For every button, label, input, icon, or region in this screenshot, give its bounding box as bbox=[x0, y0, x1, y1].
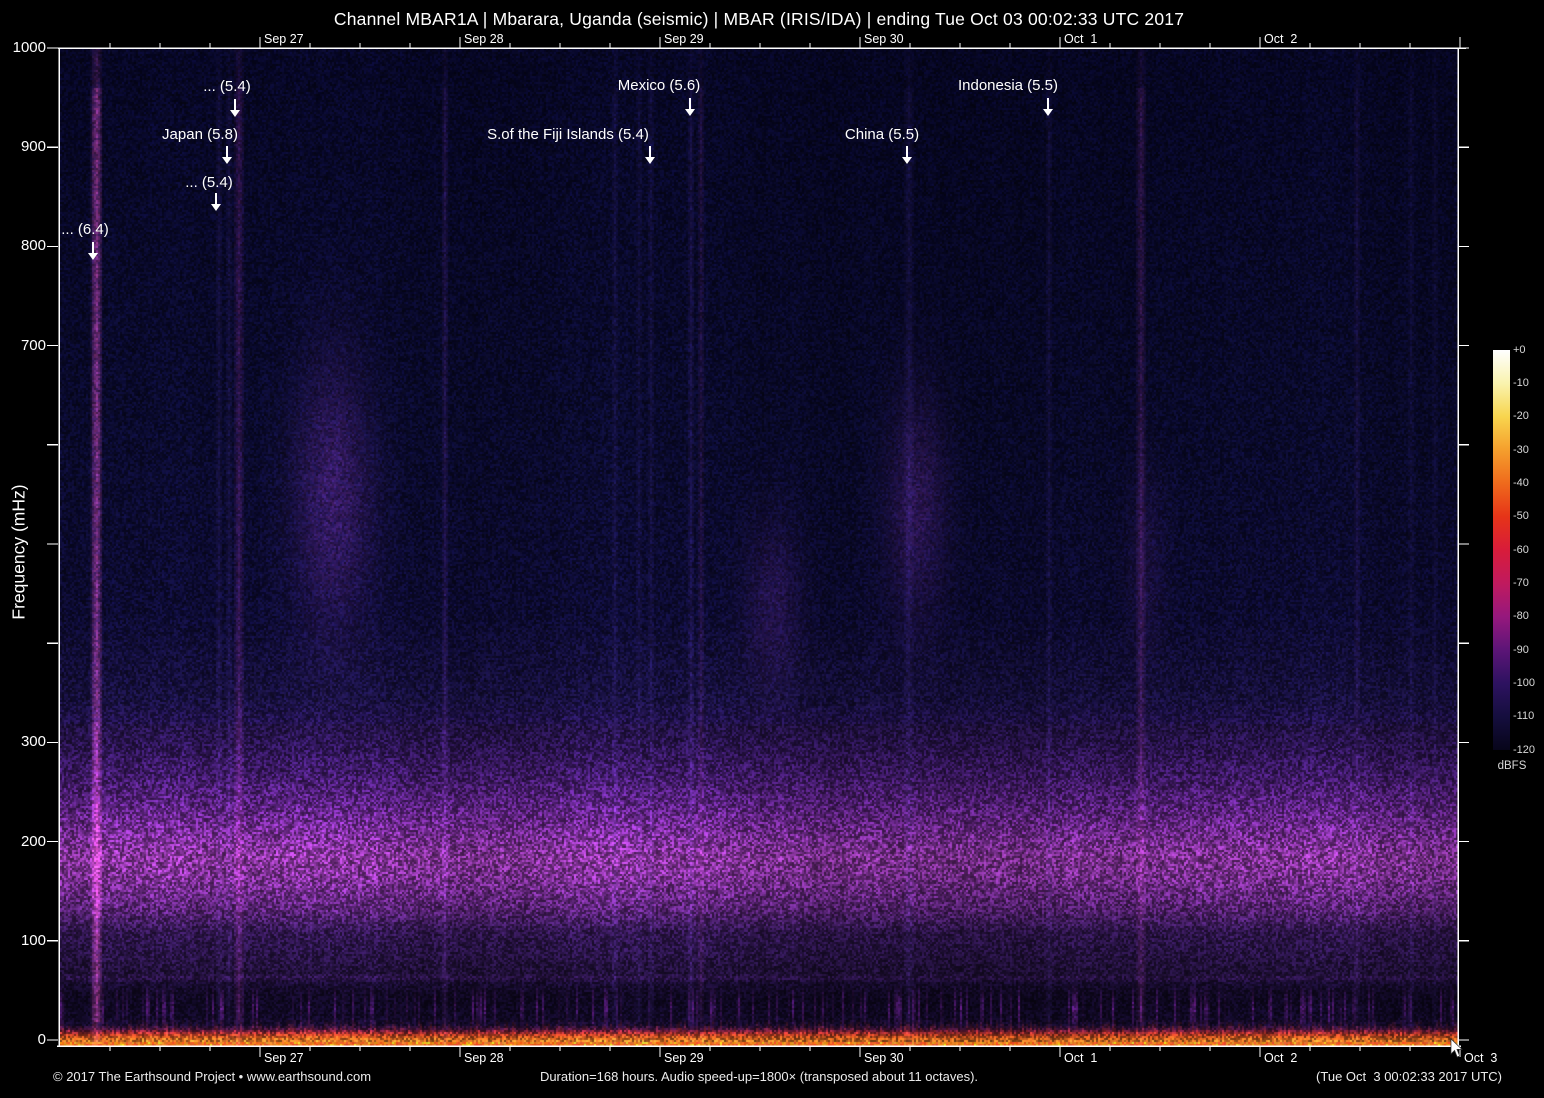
bottom-date-label: Oct 3 bbox=[1464, 1051, 1498, 1065]
colorbar-tick-label: -80 bbox=[1513, 610, 1529, 623]
earthquake-label: S.of the Fiji Islands (5.4) bbox=[487, 126, 649, 143]
colorbar-unit-label: dBFS bbox=[1497, 760, 1527, 772]
y-tick-label: 300 bbox=[20, 733, 46, 751]
figure-title: Channel MBAR1A | Mbarara, Uganda (seismi… bbox=[333, 9, 1185, 29]
bottom-date-label: Sep 30 bbox=[864, 1051, 904, 1065]
spectrogram-canvas bbox=[60, 48, 1458, 1046]
y-tick-label: 1000 bbox=[12, 39, 46, 56]
down-arrow-icon bbox=[685, 98, 695, 116]
top-date-label: Sep 28 bbox=[464, 32, 504, 46]
colorbar-tick-label: +0 bbox=[1513, 343, 1526, 356]
footer-timestamp: (Tue Oct 3 00:02:33 2017 UTC) bbox=[1316, 1069, 1502, 1084]
y-tick-label: 800 bbox=[20, 237, 46, 255]
y-tick-label: 700 bbox=[20, 336, 46, 354]
top-date-label: Oct 2 bbox=[1264, 32, 1298, 46]
colorbar-tick-label: -10 bbox=[1513, 376, 1529, 389]
footer-duration: Duration=168 hours. Audio speed-up=1800×… bbox=[539, 1069, 979, 1084]
top-date-label: Sep 29 bbox=[664, 32, 704, 46]
bottom-date-label: Sep 29 bbox=[664, 1051, 704, 1065]
y-tick-label: 100 bbox=[20, 931, 46, 949]
earthquake-label: Mexico (5.6) bbox=[617, 77, 701, 94]
spectrogram-figure: Channel MBAR1A | Mbarara, Uganda (seismi… bbox=[0, 0, 1544, 1098]
down-arrow-icon bbox=[645, 146, 655, 164]
earthquake-label: Indonesia (5.5) bbox=[957, 77, 1059, 94]
colorbar-tick-label: -120 bbox=[1513, 743, 1536, 756]
top-date-label: Sep 30 bbox=[864, 32, 904, 46]
down-arrow-icon bbox=[211, 193, 221, 211]
colorbar-tick-label: -90 bbox=[1513, 643, 1529, 656]
earthquake-label: ... (5.4) bbox=[185, 174, 233, 191]
earthquake-label: China (5.5) bbox=[844, 126, 920, 143]
earthquake-label: ... (5.4) bbox=[203, 78, 251, 95]
down-arrow-icon bbox=[1043, 98, 1053, 116]
y-tick-label: 0 bbox=[37, 1031, 46, 1048]
y-tick-label: 900 bbox=[20, 138, 46, 156]
earthquake-label: ... (6.4) bbox=[61, 221, 109, 238]
colorbar-tick-label: -110 bbox=[1513, 710, 1535, 723]
bottom-date-label: Sep 27 bbox=[264, 1051, 304, 1065]
top-date-label: Oct 1 bbox=[1064, 32, 1098, 46]
down-arrow-icon bbox=[88, 242, 98, 260]
colorbar-tick-label: -70 bbox=[1513, 576, 1529, 589]
colorbar-tick-label: -40 bbox=[1513, 476, 1529, 489]
earthquake-label: Japan (5.8) bbox=[162, 126, 238, 143]
y-axis-title: Frequency (mHz) bbox=[8, 484, 29, 620]
top-date-label: Sep 27 bbox=[264, 32, 304, 46]
bottom-date-label: Sep 28 bbox=[464, 1051, 504, 1065]
colorbar-tick-label: -60 bbox=[1513, 543, 1529, 556]
y-tick-label: 200 bbox=[20, 832, 46, 850]
down-arrow-icon bbox=[902, 146, 912, 164]
colorbar-tick-label: -20 bbox=[1513, 410, 1529, 423]
bottom-date-label: Oct 2 bbox=[1264, 1051, 1298, 1065]
cursor-icon bbox=[1450, 1038, 1463, 1058]
bottom-date-label: Oct 1 bbox=[1064, 1051, 1098, 1065]
colorbar-gradient bbox=[1493, 350, 1510, 750]
down-arrow-icon bbox=[222, 146, 232, 164]
colorbar-tick-label: -100 bbox=[1513, 676, 1536, 689]
down-arrow-icon bbox=[230, 99, 240, 117]
colorbar-tick-label: -50 bbox=[1513, 510, 1529, 523]
colorbar-tick-label: -30 bbox=[1513, 443, 1529, 456]
